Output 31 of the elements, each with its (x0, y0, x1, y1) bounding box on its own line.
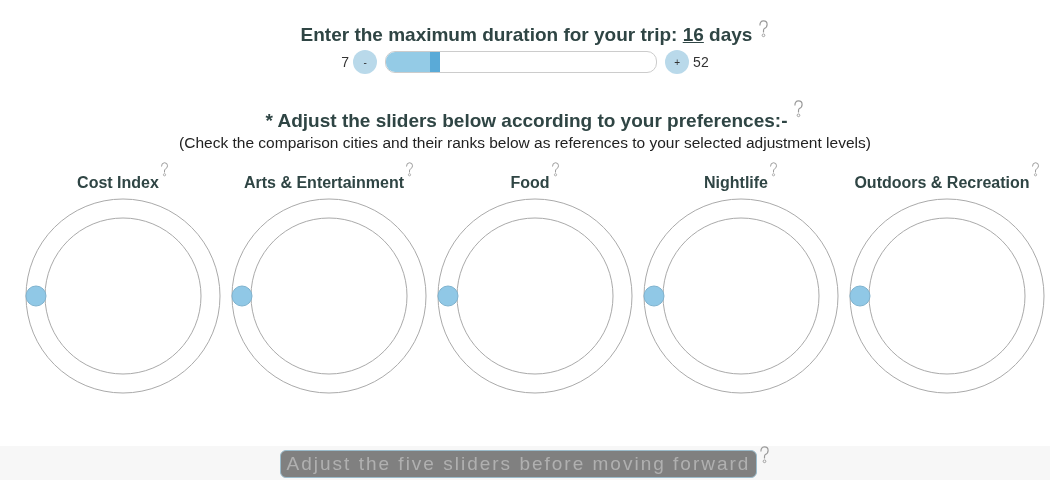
help-icon[interactable] (550, 162, 560, 177)
circular-slider-track[interactable] (849, 198, 1045, 394)
help-icon[interactable] (1030, 162, 1040, 177)
duration-prompt: Enter the maximum duration for your trip: 16 days (300, 23, 753, 46)
slider-thumb[interactable] (25, 285, 47, 307)
help-icon[interactable] (159, 162, 169, 177)
preferences-heading: * Adjust the sliders below according to your preferences:- (265, 109, 788, 132)
max-value: 52 (693, 54, 709, 70)
help-icon[interactable] (759, 446, 771, 464)
slider-thumb[interactable] (437, 285, 459, 307)
slider-thumb[interactable] (849, 285, 871, 307)
slider-thumb[interactable] (231, 285, 253, 307)
slider-label: Cost Index (77, 173, 159, 192)
preferences-subheading: (Check the comparison cities and their ranks below as references to your selected adjustment levels) (179, 134, 871, 152)
help-icon[interactable] (793, 100, 805, 118)
slider-thumb[interactable] (643, 285, 665, 307)
circular-slider-track[interactable] (231, 198, 427, 394)
circular-slider-track[interactable] (643, 198, 839, 394)
circular-slider-track[interactable] (437, 198, 633, 394)
slider-label: Nightlife (704, 173, 768, 192)
help-icon[interactable] (769, 162, 778, 177)
help-icon[interactable] (758, 20, 770, 38)
circular-slider-track[interactable] (25, 198, 221, 394)
slider-label: Food (510, 173, 550, 192)
help-icon[interactable] (405, 162, 414, 177)
increase-button[interactable]: + (665, 50, 690, 74)
decrease-button[interactable]: - (353, 50, 378, 74)
slider-label: Arts & Entertainment (244, 173, 404, 192)
min-value: 7 (341, 54, 350, 70)
duration-slider-track[interactable] (385, 51, 658, 73)
slider-label: Outdoors & Recreation (854, 173, 1030, 192)
